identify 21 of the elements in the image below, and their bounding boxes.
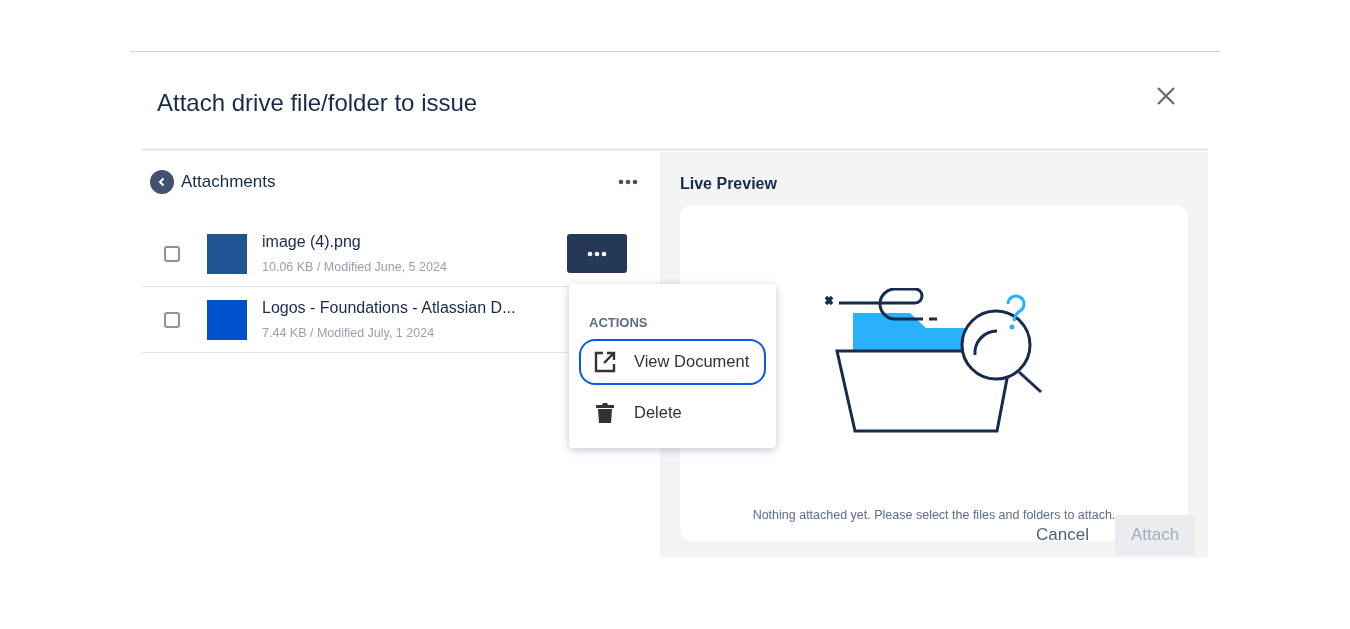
menu-item[interactable]: Delete bbox=[579, 389, 766, 436]
file-meta: 10.06 KB / Modified June, 5 2024 bbox=[262, 259, 447, 277]
trash-icon bbox=[593, 400, 617, 425]
preview-title: Live Preview bbox=[680, 174, 778, 194]
more-icon bbox=[587, 250, 607, 257]
file-actions-button[interactable] bbox=[567, 234, 627, 273]
more-icon bbox=[618, 179, 638, 185]
file-meta: 7.44 KB / Modified July, 1 2024 bbox=[262, 325, 436, 343]
checkbox[interactable] bbox=[164, 245, 180, 262]
chevron-left-icon bbox=[157, 177, 167, 187]
menu-heading: ACTIONS bbox=[588, 314, 649, 332]
file-name: image (4).png bbox=[262, 232, 362, 253]
external-link-icon bbox=[593, 349, 617, 374]
dialog-title: Attach drive file/folder to issue bbox=[157, 87, 478, 118]
checkbox[interactable] bbox=[164, 311, 180, 328]
menu-item[interactable]: View Document bbox=[579, 338, 766, 385]
file-name: Logos - Foundations - Atlassian D... bbox=[262, 298, 516, 319]
empty-message: Nothing attached yet. Please select the files and folders to attach. bbox=[751, 507, 1117, 525]
panel-title: Attachments bbox=[181, 171, 276, 194]
back-button[interactable] bbox=[150, 170, 174, 194]
more-button[interactable] bbox=[616, 177, 640, 187]
